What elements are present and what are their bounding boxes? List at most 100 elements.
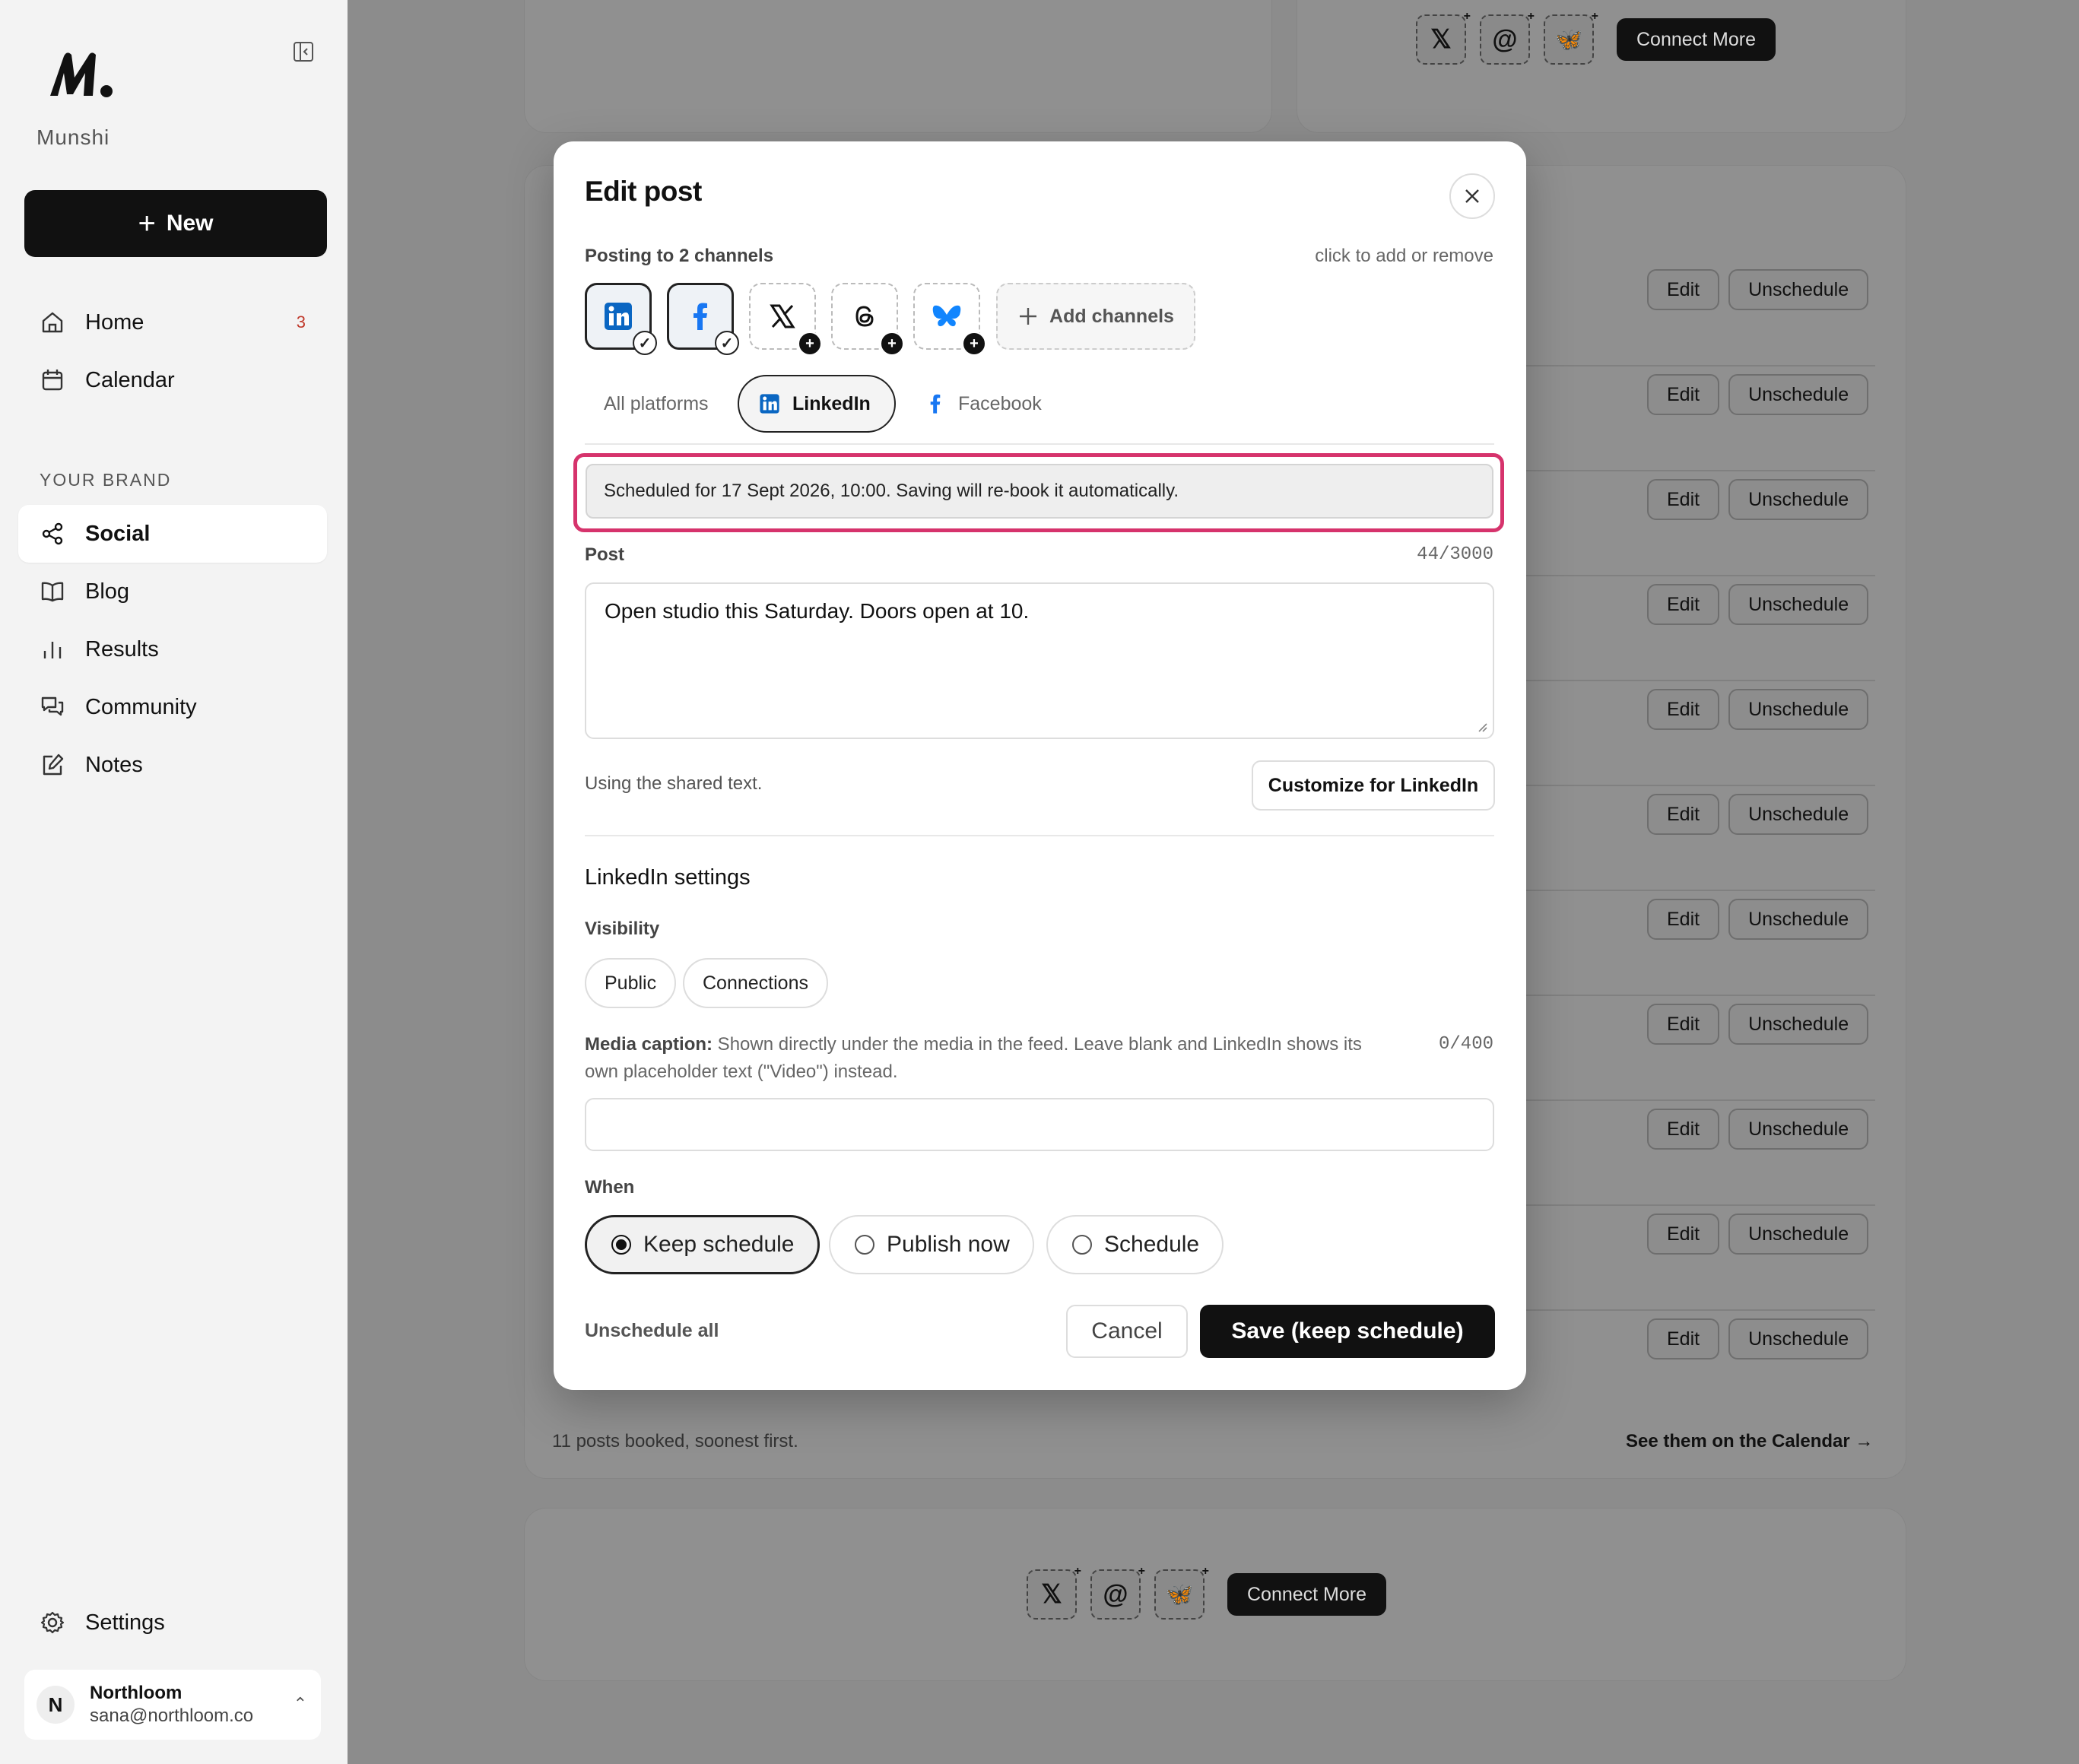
background-card: 𝕏 + @ + 🦋 + Connect More [1297, 0, 1906, 132]
radio-label: Publish now [887, 1232, 1010, 1257]
edit-button[interactable]: Edit [1647, 1214, 1720, 1255]
row-divider [1513, 995, 1875, 996]
bluesky-icon[interactable]: 🦋 + [1154, 1565, 1209, 1620]
account-switcher[interactable]: N Northloom sana@northloom.co ⌃ [24, 1670, 321, 1740]
unschedule-button[interactable]: Unschedule [1728, 899, 1869, 940]
threads-icon [855, 306, 874, 327]
radio-keep-schedule[interactable]: Keep schedule [585, 1215, 820, 1274]
visibility-public[interactable]: Public [585, 958, 677, 1008]
bluesky-icon[interactable]: 🦋 + [1544, 10, 1598, 65]
channel-x[interactable]: + [749, 283, 822, 356]
sidebar-item-label: Home [85, 309, 144, 335]
threads-icon[interactable]: @ + [1480, 10, 1535, 65]
radio-label: Keep schedule [643, 1232, 795, 1257]
tab-label: All platforms [604, 392, 709, 414]
sidebar-item-results[interactable]: Results [18, 620, 327, 678]
x-icon[interactable]: 𝕏 + [1416, 10, 1471, 65]
bluesky-icon [932, 305, 961, 327]
new-button-label: New [166, 211, 214, 236]
sidebar-item-social[interactable]: Social [18, 505, 327, 563]
check-icon: ✓ [715, 331, 739, 355]
calendar-icon [40, 367, 65, 393]
unschedule-button[interactable]: Unschedule [1728, 1214, 1869, 1255]
chat-icon [40, 694, 65, 720]
tab-facebook[interactable]: Facebook [925, 375, 1042, 433]
settings-heading: LinkedIn settings [585, 865, 751, 890]
connect-more-button[interactable]: Connect More [1617, 18, 1776, 61]
tab-label: Facebook [958, 392, 1042, 414]
when-label: When [585, 1177, 635, 1198]
sidebar-item-label: Community [85, 694, 197, 719]
edit-button[interactable]: Edit [1647, 794, 1720, 835]
unschedule-button[interactable]: Unschedule [1728, 1318, 1869, 1359]
edit-button[interactable]: Edit [1647, 1004, 1720, 1045]
channel-threads[interactable]: + [831, 283, 904, 356]
unschedule-button[interactable]: Unschedule [1728, 1109, 1869, 1150]
edit-button[interactable]: Edit [1647, 269, 1720, 310]
media-caption-input[interactable] [585, 1098, 1494, 1151]
check-icon: ✓ [633, 331, 657, 355]
unschedule-button[interactable]: Unschedule [1728, 374, 1869, 415]
close-button[interactable] [1449, 173, 1495, 219]
edit-note-icon [40, 752, 65, 778]
customize-button[interactable]: Customize for LinkedIn [1252, 760, 1495, 811]
post-label: Post [585, 544, 625, 565]
channel-linkedin[interactable]: ✓ [585, 283, 657, 355]
tab-all-platforms[interactable]: All platforms [604, 375, 709, 433]
sidebar-item-label: Notes [85, 752, 143, 777]
sidebar-collapse-icon[interactable] [292, 40, 315, 63]
home-icon [40, 309, 65, 335]
channel-facebook[interactable]: ✓ [667, 283, 739, 355]
edit-button[interactable]: Edit [1647, 1109, 1720, 1150]
unschedule-button[interactable]: Unschedule [1728, 689, 1869, 730]
row-actions: Edit Unschedule [1647, 899, 1869, 940]
caption-label: Media caption: [585, 1034, 713, 1055]
radio-publish-now[interactable]: Publish now [829, 1215, 1034, 1274]
plus-icon: + [138, 207, 156, 240]
posts-count: 11 posts booked, soonest first. [552, 1431, 798, 1451]
calendar-link[interactable]: See them on the Calendar → [1626, 1431, 1873, 1452]
resize-handle-icon[interactable] [1476, 721, 1488, 733]
facebook-icon [694, 303, 707, 330]
save-button[interactable]: Save (keep schedule) [1200, 1305, 1495, 1358]
edit-button[interactable]: Edit [1647, 374, 1720, 415]
add-channels-button[interactable]: Add channels [996, 283, 1195, 350]
new-button[interactable]: + New [24, 190, 327, 257]
row-actions: Edit Unschedule [1647, 269, 1869, 310]
divider [585, 835, 1494, 836]
connect-more-button[interactable]: Connect More [1227, 1573, 1387, 1616]
sidebar-item-notes[interactable]: Notes [18, 736, 327, 794]
sidebar-item-settings[interactable]: Settings [18, 1594, 327, 1651]
x-icon[interactable]: 𝕏 + [1027, 1565, 1081, 1620]
unschedule-button[interactable]: Unschedule [1728, 584, 1869, 625]
sidebar-item-community[interactable]: Community [18, 678, 327, 736]
edit-button[interactable]: Edit [1647, 479, 1720, 520]
tab-linkedin[interactable]: LinkedIn [738, 375, 896, 433]
cancel-button[interactable]: Cancel [1066, 1305, 1188, 1358]
row-divider [1513, 365, 1875, 366]
sidebar-item-label: Calendar [85, 367, 175, 392]
sidebar-item-blog[interactable]: Blog [18, 563, 327, 620]
edit-button[interactable]: Edit [1647, 899, 1720, 940]
threads-icon[interactable]: @ + [1090, 1565, 1145, 1620]
sidebar-item-home[interactable]: Home 3 [18, 293, 327, 351]
visibility-connections[interactable]: Connections [683, 958, 828, 1008]
row-actions: Edit Unschedule [1647, 794, 1869, 835]
unschedule-button[interactable]: Unschedule [1728, 1004, 1869, 1045]
row-divider [1513, 1309, 1875, 1311]
post-textarea[interactable]: Open studio this Saturday. Doors open at… [585, 582, 1494, 739]
channel-bluesky[interactable]: + [913, 283, 986, 356]
unschedule-button[interactable]: Unschedule [1728, 794, 1869, 835]
unschedule-button[interactable]: Unschedule [1728, 479, 1869, 520]
edit-button[interactable]: Edit [1647, 1318, 1720, 1359]
edit-button[interactable]: Edit [1647, 584, 1720, 625]
radio-icon [855, 1235, 874, 1255]
sidebar-item-calendar[interactable]: Calendar [18, 351, 327, 409]
row-actions: Edit Unschedule [1647, 689, 1869, 730]
row-divider [1513, 680, 1875, 681]
edit-button[interactable]: Edit [1647, 689, 1720, 730]
avatar: N [37, 1686, 75, 1724]
unschedule-all-button[interactable]: Unschedule all [585, 1320, 719, 1342]
unschedule-button[interactable]: Unschedule [1728, 269, 1869, 310]
radio-schedule[interactable]: Schedule [1046, 1215, 1224, 1274]
